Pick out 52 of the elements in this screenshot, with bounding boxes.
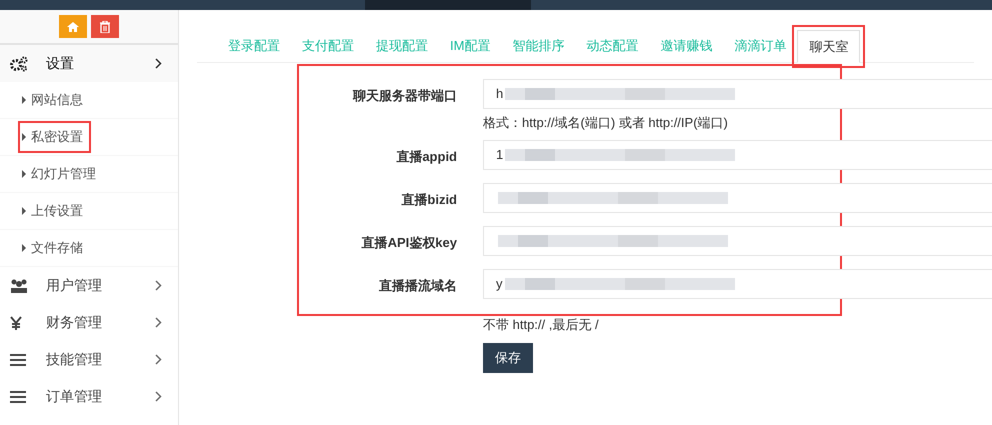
- submenu-item[interactable]: 文件存储: [20, 234, 89, 262]
- submenu-item[interactable]: 私密设置: [20, 123, 89, 151]
- sidebar-item[interactable]: 财务管理: [0, 304, 178, 341]
- triangle-icon: [22, 96, 26, 104]
- field-label: 直播播流域名: [378, 276, 457, 294]
- sidebar-item[interactable]: 技能管理: [0, 341, 178, 378]
- submenu-item[interactable]: 网站信息: [20, 86, 89, 114]
- input-field[interactable]: 1: [483, 140, 992, 170]
- field-label: 直播bizid: [400, 190, 457, 208]
- submenu-item[interactable]: 上传设置: [20, 197, 89, 225]
- input-field[interactable]: h: [483, 79, 992, 109]
- home-button[interactable]: [59, 15, 87, 38]
- chevron-icon: [155, 280, 162, 291]
- save-button[interactable]: 保存: [483, 343, 533, 373]
- sidebar-item[interactable]: 设置: [0, 45, 178, 82]
- submenu-label: 上传设置: [31, 202, 83, 220]
- trash-icon: [100, 20, 110, 32]
- chevron-icon: [155, 391, 162, 402]
- users-icon: [10, 278, 28, 294]
- chevron-icon: [155, 354, 162, 365]
- submenu-label: 网站信息: [31, 91, 83, 110]
- field-label: 直播appid: [395, 148, 457, 166]
- menu-icon: [10, 354, 26, 366]
- triangle-icon: [22, 133, 26, 141]
- sidebar-item-label: 技能管理: [46, 350, 103, 369]
- field-label: 聊天服务器带端口: [352, 87, 457, 105]
- gears-icon: [10, 56, 28, 72]
- triangle-icon: [22, 170, 26, 178]
- delete-button[interactable]: [91, 15, 119, 38]
- sidebar-item-label: 用户管理: [46, 276, 103, 295]
- sidebar-item-label: 财务管理: [46, 313, 103, 332]
- sidebar-item-label: 设置: [46, 54, 75, 73]
- sidebar-item[interactable]: 用户管理: [0, 267, 178, 304]
- input-field[interactable]: y: [483, 268, 992, 298]
- menu-icon: [10, 390, 26, 402]
- input-field[interactable]: [483, 226, 992, 256]
- submenu-item[interactable]: 幻灯片管理: [20, 160, 102, 188]
- sidebar-item[interactable]: 订单管理: [0, 378, 178, 415]
- field-hint: 格式：http://域名(端口) 或者 http://IP(端口): [483, 114, 729, 132]
- triangle-icon: [22, 207, 26, 215]
- yen-icon: [10, 316, 22, 330]
- submenu-label: 文件存储: [31, 239, 83, 258]
- home-icon: [67, 22, 79, 32]
- input-field[interactable]: [483, 182, 992, 212]
- submenu-label: 私密设置: [31, 128, 83, 146]
- field-label: 直播API鉴权key: [360, 234, 457, 252]
- chevron-icon: [155, 317, 162, 328]
- field-hint: 不带 http:// ,最后无 /: [483, 316, 599, 334]
- sidebar-item-label: 订单管理: [46, 387, 103, 406]
- triangle-icon: [22, 244, 26, 252]
- submenu-label: 幻灯片管理: [31, 165, 96, 184]
- chevron-icon: [155, 58, 162, 69]
